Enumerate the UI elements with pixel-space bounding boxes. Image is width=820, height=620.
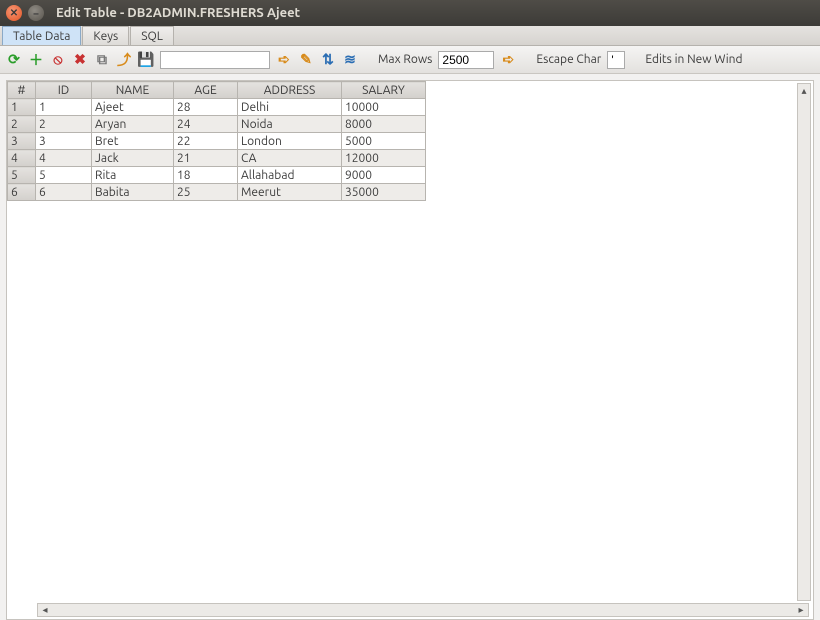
cell-id[interactable]: 4 (36, 150, 92, 167)
table-row[interactable]: 44Jack21CA12000 (8, 150, 426, 167)
cell-sal[interactable]: 8000 (342, 116, 426, 133)
cell-addr[interactable]: Allahabad (238, 167, 342, 184)
escape-char-input[interactable] (607, 51, 625, 69)
cell-age[interactable]: 21 (174, 150, 238, 167)
scroll-right-icon[interactable]: ▸ (794, 604, 808, 616)
col-name[interactable]: NAME (92, 82, 174, 99)
sort-icon[interactable]: ⇅ (320, 52, 336, 68)
delete-row-icon[interactable]: ⦸ (50, 52, 66, 68)
table-row[interactable]: 22Aryan24Noida8000 (8, 116, 426, 133)
cell-age[interactable]: 22 (174, 133, 238, 150)
col-address[interactable]: ADDRESS (238, 82, 342, 99)
window-close-button[interactable]: ✕ (6, 5, 22, 21)
search-input[interactable] (160, 51, 270, 69)
cell-name[interactable]: Bret (92, 133, 174, 150)
row-number-cell: 6 (8, 184, 36, 201)
cell-name[interactable]: Aryan (92, 116, 174, 133)
scroll-left-icon[interactable]: ◂ (38, 604, 52, 616)
tab-sql[interactable]: SQL (130, 26, 174, 45)
col-id[interactable]: ID (36, 82, 92, 99)
row-number-cell: 1 (8, 99, 36, 116)
row-number-cell: 3 (8, 133, 36, 150)
cell-sal[interactable]: 12000 (342, 150, 426, 167)
table-row[interactable]: 66Babita25Meerut35000 (8, 184, 426, 201)
titlebar: ✕ – Edit Table - DB2ADMIN.FRESHERS Ajeet (0, 0, 820, 26)
view-icon[interactable]: ≋ (342, 52, 358, 68)
cell-id[interactable]: 3 (36, 133, 92, 150)
cell-addr[interactable]: Meerut (238, 184, 342, 201)
col-salary[interactable]: SALARY (342, 82, 426, 99)
edits-new-window-label: Edits in New Wind (645, 53, 742, 66)
escape-char-label: Escape Char (536, 53, 601, 66)
cell-sal[interactable]: 9000 (342, 167, 426, 184)
tab-table-data[interactable]: Table Data (2, 26, 81, 45)
copy-icon[interactable]: ⧉ (94, 52, 110, 68)
row-number-cell: 4 (8, 150, 36, 167)
vertical-scrollbar[interactable]: ▴ (797, 83, 811, 601)
cell-name[interactable]: Rita (92, 167, 174, 184)
add-row-icon[interactable]: ＋ (28, 52, 44, 68)
max-rows-input[interactable] (438, 51, 494, 69)
cell-id[interactable]: 1 (36, 99, 92, 116)
go-icon[interactable]: ➪ (276, 52, 292, 68)
cell-addr[interactable]: Noida (238, 116, 342, 133)
window-minimize-button[interactable]: – (28, 5, 44, 21)
cell-sal[interactable]: 5000 (342, 133, 426, 150)
cell-id[interactable]: 6 (36, 184, 92, 201)
window-title: Edit Table - DB2ADMIN.FRESHERS Ajeet (56, 6, 300, 20)
cell-addr[interactable]: Delhi (238, 99, 342, 116)
cell-id[interactable]: 5 (36, 167, 92, 184)
cell-sal[interactable]: 35000 (342, 184, 426, 201)
col-age[interactable]: AGE (174, 82, 238, 99)
refresh-icon[interactable]: ⟳ (6, 52, 22, 68)
cell-id[interactable]: 2 (36, 116, 92, 133)
cell-addr[interactable]: London (238, 133, 342, 150)
row-number-cell: 2 (8, 116, 36, 133)
table-row[interactable]: 11Ajeet28Delhi10000 (8, 99, 426, 116)
table-row[interactable]: 55Rita18Allahabad9000 (8, 167, 426, 184)
data-grid-container: # ID NAME AGE ADDRESS SALARY 11Ajeet28De… (6, 80, 814, 620)
cell-age[interactable]: 28 (174, 99, 238, 116)
row-number-cell: 5 (8, 167, 36, 184)
save-icon[interactable]: 💾 (138, 52, 154, 68)
cell-name[interactable]: Ajeet (92, 99, 174, 116)
cell-addr[interactable]: CA (238, 150, 342, 167)
cell-name[interactable]: Babita (92, 184, 174, 201)
cell-name[interactable]: Jack (92, 150, 174, 167)
cell-age[interactable]: 24 (174, 116, 238, 133)
max-rows-label: Max Rows (378, 53, 432, 66)
cell-age[interactable]: 25 (174, 184, 238, 201)
tab-keys[interactable]: Keys (82, 26, 129, 45)
cell-sal[interactable]: 10000 (342, 99, 426, 116)
max-rows-go-icon[interactable]: ➪ (500, 52, 516, 68)
filter-icon[interactable]: ✎ (298, 52, 314, 68)
export-icon[interactable]: ⤴ (116, 52, 132, 68)
toolbar: ⟳ ＋ ⦸ ✖ ⧉ ⤴ 💾 ➪ ✎ ⇅ ≋ Max Rows ➪ Escape … (0, 46, 820, 74)
table-row[interactable]: 33Bret22London5000 (8, 133, 426, 150)
tabstrip: Table Data Keys SQL (0, 26, 820, 46)
cancel-icon[interactable]: ✖ (72, 52, 88, 68)
cell-age[interactable]: 18 (174, 167, 238, 184)
scroll-up-icon[interactable]: ▴ (798, 84, 810, 98)
col-rownum[interactable]: # (8, 82, 36, 99)
data-grid[interactable]: # ID NAME AGE ADDRESS SALARY 11Ajeet28De… (7, 81, 426, 201)
header-row: # ID NAME AGE ADDRESS SALARY (8, 82, 426, 99)
